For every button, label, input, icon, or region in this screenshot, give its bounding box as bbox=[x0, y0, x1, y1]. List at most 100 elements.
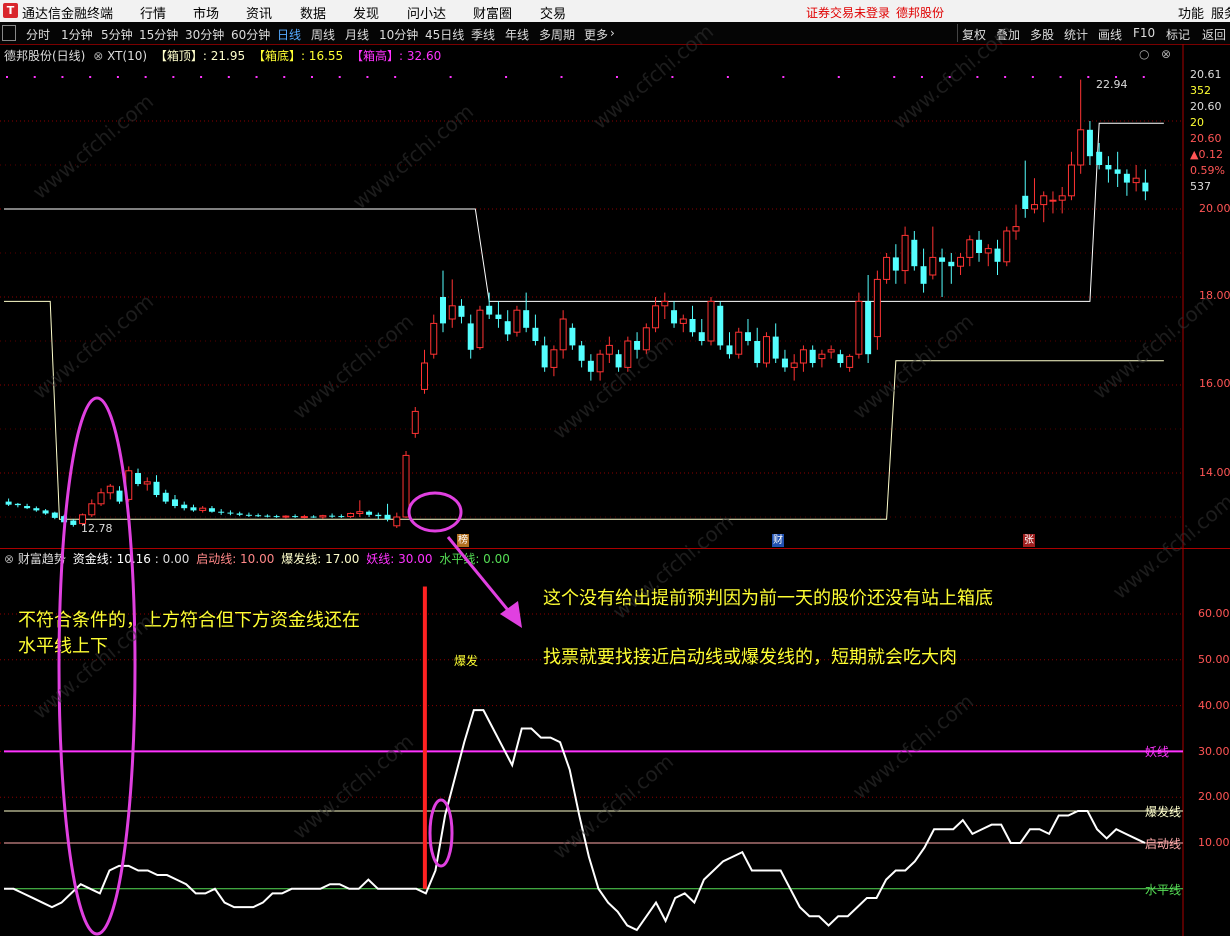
candlestick[interactable] bbox=[873, 270, 881, 350]
candlestick[interactable] bbox=[310, 515, 317, 518]
menu-item-zixun[interactable]: 资讯 bbox=[246, 3, 272, 22]
candlestick[interactable] bbox=[513, 305, 521, 337]
candlestick[interactable] bbox=[827, 345, 835, 359]
candlestick[interactable] bbox=[837, 349, 844, 368]
period-45day[interactable]: 45日线 bbox=[425, 26, 464, 43]
candlestick[interactable] bbox=[615, 349, 622, 372]
candlestick[interactable] bbox=[735, 327, 743, 359]
menu-item-shichang[interactable]: 市场 bbox=[193, 3, 219, 22]
candlestick[interactable] bbox=[809, 345, 816, 368]
candlestick[interactable] bbox=[366, 510, 373, 517]
candlestick[interactable] bbox=[994, 239, 1001, 275]
candlestick[interactable] bbox=[920, 248, 927, 293]
main-kline-chart[interactable] bbox=[0, 44, 1230, 548]
candlestick[interactable] bbox=[855, 292, 863, 359]
candlestick[interactable] bbox=[384, 503, 391, 522]
candlestick[interactable] bbox=[1030, 178, 1038, 214]
candlestick[interactable] bbox=[532, 314, 539, 346]
period-quarterly[interactable]: 季线 bbox=[471, 26, 495, 43]
candlestick[interactable] bbox=[486, 292, 493, 319]
candlestick[interactable] bbox=[153, 475, 160, 498]
candlestick[interactable] bbox=[559, 310, 567, 359]
menu-item-hangqing[interactable]: 行情 bbox=[140, 3, 166, 22]
candlestick[interactable] bbox=[245, 512, 252, 517]
tool-biaoji[interactable]: 标记 bbox=[1166, 26, 1190, 43]
period-monthly[interactable]: 月线 bbox=[345, 26, 369, 43]
candlestick[interactable] bbox=[1123, 169, 1130, 196]
candlestick[interactable] bbox=[476, 305, 484, 350]
candlestick[interactable] bbox=[1077, 79, 1085, 174]
candlestick[interactable] bbox=[218, 509, 225, 515]
candlestick[interactable] bbox=[125, 466, 133, 502]
menu-item-gongneng[interactable]: 功能 bbox=[1178, 3, 1204, 22]
candlestick[interactable] bbox=[402, 451, 410, 518]
candlestick[interactable] bbox=[430, 314, 438, 359]
candlestick[interactable] bbox=[1012, 204, 1020, 240]
period-multi[interactable]: 多周期 bbox=[539, 26, 575, 43]
candlestick[interactable] bbox=[5, 498, 12, 506]
candlestick[interactable] bbox=[578, 341, 585, 368]
candlestick[interactable] bbox=[939, 248, 946, 297]
candlestick[interactable] bbox=[504, 310, 511, 341]
period-more[interactable]: 更多 bbox=[584, 26, 608, 43]
candlestick[interactable] bbox=[762, 332, 770, 368]
candlestick[interactable] bbox=[88, 499, 96, 517]
candlestick[interactable] bbox=[642, 323, 650, 355]
candlestick[interactable] bbox=[70, 519, 77, 527]
period-fenshi[interactable]: 分时 bbox=[26, 26, 50, 43]
candlestick[interactable] bbox=[1022, 160, 1029, 218]
candlestick[interactable] bbox=[236, 511, 243, 517]
candlestick[interactable] bbox=[347, 512, 355, 518]
candlestick[interactable] bbox=[282, 515, 290, 519]
candlestick[interactable] bbox=[948, 253, 955, 284]
candlestick[interactable] bbox=[411, 407, 419, 438]
candlestick[interactable] bbox=[439, 270, 446, 333]
candlestick[interactable] bbox=[227, 510, 234, 516]
candlestick[interactable] bbox=[135, 468, 142, 487]
candlestick[interactable] bbox=[569, 323, 576, 350]
tool-diejia[interactable]: 叠加 bbox=[996, 26, 1020, 43]
candlestick[interactable] bbox=[199, 506, 207, 513]
candlestick[interactable] bbox=[726, 332, 733, 359]
candlestick[interactable] bbox=[772, 323, 779, 363]
period-60min[interactable]: 60分钟 bbox=[231, 26, 270, 43]
candlestick[interactable] bbox=[689, 305, 696, 337]
candlestick[interactable] bbox=[679, 314, 687, 333]
candlestick[interactable] bbox=[698, 319, 705, 346]
period-5min[interactable]: 5分钟 bbox=[101, 26, 133, 43]
period-30min[interactable]: 30分钟 bbox=[185, 26, 224, 43]
candlestick[interactable] bbox=[596, 349, 604, 381]
period-15min[interactable]: 15分钟 bbox=[139, 26, 178, 43]
candlestick[interactable] bbox=[356, 500, 364, 517]
candlestick[interactable] bbox=[162, 489, 169, 504]
candlestick[interactable] bbox=[255, 513, 262, 517]
menu-item-caifuquan[interactable]: 财富圈 bbox=[473, 3, 512, 22]
candlestick[interactable] bbox=[1049, 191, 1057, 214]
candlestick[interactable] bbox=[550, 345, 558, 377]
candlestick[interactable] bbox=[1114, 151, 1121, 187]
candlestick[interactable] bbox=[33, 506, 40, 512]
event-marker-zhang[interactable]: 张 bbox=[1023, 534, 1035, 547]
candlestick[interactable] bbox=[605, 336, 613, 363]
candlestick[interactable] bbox=[421, 349, 429, 394]
candlestick[interactable] bbox=[799, 345, 807, 372]
sidebar-toggle-icon[interactable] bbox=[2, 25, 16, 41]
candlestick[interactable] bbox=[208, 506, 215, 513]
candlestick[interactable] bbox=[966, 235, 974, 267]
menu-item-fuwu[interactable]: 服务 bbox=[1211, 3, 1230, 22]
tool-huaxian[interactable]: 画线 bbox=[1098, 26, 1122, 43]
candlestick[interactable] bbox=[1132, 165, 1140, 192]
candlestick[interactable] bbox=[467, 314, 474, 359]
candlestick[interactable] bbox=[14, 502, 21, 508]
chevron-right-icon[interactable]: › bbox=[610, 26, 615, 40]
menu-item-shuju[interactable]: 数据 bbox=[300, 3, 326, 22]
candlestick[interactable] bbox=[790, 354, 798, 381]
candlestick[interactable] bbox=[781, 349, 788, 372]
tool-tongji[interactable]: 统计 bbox=[1064, 26, 1088, 43]
candlestick[interactable] bbox=[957, 253, 965, 275]
candlestick[interactable] bbox=[523, 292, 530, 333]
period-1min[interactable]: 1分钟 bbox=[61, 26, 93, 43]
tool-f10[interactable]: F10 bbox=[1133, 26, 1155, 40]
menu-item-faxian[interactable]: 发现 bbox=[353, 3, 379, 22]
candlestick[interactable] bbox=[661, 292, 669, 319]
